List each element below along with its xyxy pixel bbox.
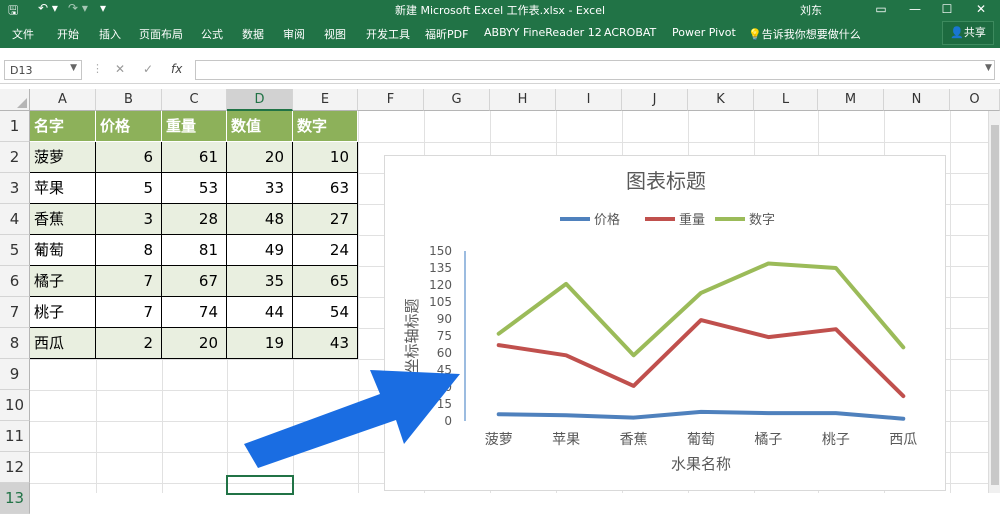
arrow-annotation: [244, 370, 460, 468]
blue-arrow-icon: [244, 370, 460, 468]
